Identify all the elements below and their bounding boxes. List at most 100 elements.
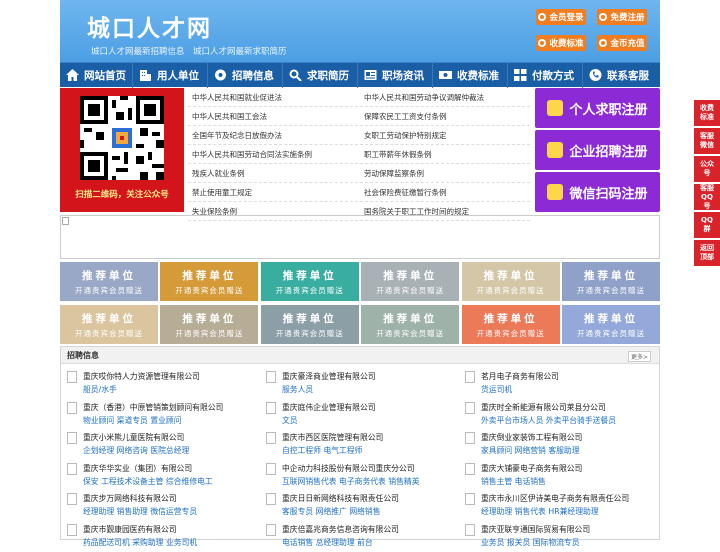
company-register-button[interactable]: 企业招聘注册 — [535, 130, 660, 170]
recommend-slot[interactable]: 推荐单位 开通贵宾会员赠送 — [260, 305, 359, 344]
job-titles[interactable]: 外卖平台市场人员 外卖平台骑手送餐员 — [481, 415, 616, 426]
recommend-slot[interactable]: 推荐单位 开通贵宾会员赠送 — [60, 305, 158, 344]
company-name[interactable]: 重庆市西区医院管理有限公司 — [282, 432, 383, 443]
recommend-slot[interactable]: 推荐单位 开通贵宾会员赠送 — [361, 262, 460, 301]
company-name[interactable]: 茗月电子商务有限公司 — [481, 371, 559, 382]
company-name[interactable]: 中企动力科技股份有限公司重庆分公司 — [282, 463, 415, 474]
nav-item-7[interactable]: 联系客服 — [583, 63, 655, 87]
job-titles[interactable]: 保安 工程技术设备主管 综合维修电工 — [83, 476, 213, 487]
job-titles[interactable]: 销售主管 电话销售 — [481, 476, 546, 487]
policy-link[interactable]: 劳动保障监察条例 — [360, 164, 530, 183]
recommend-sub: 开通贵宾会员赠送 — [376, 328, 445, 338]
recommend-slot[interactable]: 推荐单位 开通贵宾会员赠送 — [562, 262, 660, 301]
nav-label: 职场资讯 — [382, 69, 424, 82]
job-titles[interactable]: 经理助理 销售代表 HR兼经理助理 — [481, 506, 599, 517]
login-button[interactable]: 会员登录 — [536, 9, 586, 25]
company-name[interactable]: 重庆大铺豪电子商务有限公司 — [481, 463, 582, 474]
nav-item-3[interactable]: 求职简历 — [283, 63, 357, 87]
company-name[interactable]: 重庆倍嘉兆商务信息咨询有限公司 — [282, 524, 399, 535]
company-name[interactable]: 重庆倒业家装饰工程有限公司 — [481, 432, 582, 443]
job-titles[interactable]: 互联网销售代表 电子商务代表 销售精英 — [282, 476, 420, 487]
company-logo — [67, 493, 77, 505]
side-button-2[interactable]: 公众号 — [694, 156, 720, 182]
company-name[interactable]: 重庆（香港）中原管销策划顾问有限公司 — [83, 402, 223, 413]
grid-icon — [514, 69, 527, 81]
policy-link[interactable]: 中华人民共和国劳动争议调解仲裁法 — [360, 88, 530, 107]
job-item: 茗月电子商务有限公司 货运司机 — [465, 368, 661, 399]
company-name[interactable]: 重庆小米熊儿童医院有限公司 — [83, 432, 184, 443]
user-icon — [538, 13, 547, 21]
nav-label: 付款方式 — [532, 69, 574, 82]
nav-item-4[interactable]: 职场资讯 — [358, 63, 432, 87]
side-button-4[interactable]: QQ群 — [694, 212, 720, 238]
side-button-5[interactable]: 返回顶部 — [694, 240, 720, 266]
recommend-slot[interactable]: 推荐单位 开通贵宾会员赠送 — [60, 262, 158, 301]
policy-link[interactable]: 全国年节及纪念日放假办法 — [188, 126, 358, 145]
recommend-title: 推荐单位 — [82, 312, 136, 325]
side-button-1[interactable]: 客服微信 — [694, 128, 720, 154]
policy-link[interactable]: 社会保险费征缴暂行条例 — [360, 183, 530, 202]
job-titles[interactable]: 企划经理 网络咨询 医院总经理 — [83, 445, 189, 456]
company-name[interactable]: 重庆时全新能源有限公司莱县分公司 — [481, 402, 606, 413]
company-name[interactable]: 重庆步万网络科技有限公司 — [83, 493, 177, 504]
nav-label: 求职简历 — [307, 69, 349, 82]
job-titles[interactable]: 电话销售 总经理助理 前台 — [282, 537, 373, 548]
policy-link[interactable]: 中华人民共和国劳动合同法实施条例 — [188, 145, 358, 164]
company-name[interactable]: 重庆庭伟企业管理有限公司 — [282, 402, 376, 413]
recommend-slot[interactable]: 推荐单位 开通贵宾会员赠送 — [160, 262, 259, 301]
wechat-register-button[interactable]: 微信扫码注册 — [535, 172, 660, 212]
side-button-0[interactable]: 收费标准 — [694, 100, 720, 126]
policy-link[interactable]: 中华人民共和国工会法 — [188, 107, 358, 126]
company-name[interactable]: 重庆亚联亨通国际贸易有限公司 — [481, 524, 590, 535]
site-title[interactable]: 城口人才网 — [87, 9, 212, 43]
nav-item-0[interactable]: 网站首页 — [60, 63, 132, 87]
recommend-slot[interactable]: 推荐单位 开通贵宾会员赠送 — [160, 305, 259, 344]
job-titles[interactable]: 家具顾问 网络营销 客服助理 — [481, 445, 580, 456]
recommend-slot[interactable]: 推荐单位 开通贵宾会员赠送 — [260, 262, 359, 301]
recommend-slot[interactable]: 推荐单位 开通贵宾会员赠送 — [562, 305, 660, 344]
company-logo — [266, 523, 276, 536]
company-name[interactable]: 重庆华华实业（集团）有限公司 — [83, 463, 192, 474]
recommend-slot[interactable]: 推荐单位 开通贵宾会员赠送 — [461, 262, 560, 301]
job-titles[interactable]: 服务人员 — [282, 384, 313, 395]
policy-link[interactable]: 残疾人就业条例 — [188, 164, 358, 183]
recommend-title: 推荐单位 — [282, 269, 337, 282]
job-titles[interactable]: 经理助理 销售助理 微信运营专员 — [83, 506, 197, 517]
job-item: 重庆豪泽商业管理有限公司 服务人员 — [266, 368, 462, 399]
side-button-3[interactable]: 客服QQ号 — [694, 184, 720, 210]
policy-link[interactable]: 女职工劳动保护特别规定 — [360, 126, 530, 145]
company-logo — [465, 401, 475, 414]
recharge-button[interactable]: 金币充值 — [597, 35, 647, 51]
nav-item-1[interactable]: 用人单位 — [133, 63, 207, 87]
nav-item-5[interactable]: 收费标准 — [433, 63, 507, 87]
job-titles[interactable]: 文员 — [282, 415, 298, 426]
job-titles[interactable]: 业务员 报关员 国际物流专员 — [481, 537, 580, 548]
phone-icon — [589, 69, 602, 81]
recommend-slot[interactable]: 推荐单位 开通贵宾会员赠送 — [361, 305, 460, 344]
personal-register-button[interactable]: 个人求职注册 — [535, 88, 660, 128]
company-name[interactable]: 重庆市永川区伊诗美电子商务有限责任公司 — [481, 493, 629, 504]
policy-link[interactable]: 中华人民共和国就业促进法 — [188, 88, 358, 107]
job-titles[interactable]: 船员/水手 — [83, 384, 117, 395]
company-name[interactable]: 重庆哎你特人力资源管理有限公司 — [83, 371, 200, 382]
more-link[interactable]: 更多> — [627, 351, 651, 362]
nav-item-2[interactable]: 招聘信息 — [208, 63, 282, 87]
job-titles[interactable]: 客服专员 网络推广 网络销售 — [282, 506, 381, 517]
job-titles[interactable]: 药品配送司机 采购助理 业务司机 — [83, 537, 197, 548]
company-name[interactable]: 重庆日日新网络科技有限责任公司 — [282, 493, 399, 504]
policy-link[interactable]: 职工带薪年休假条例 — [360, 145, 530, 164]
ad-banner[interactable] — [60, 215, 660, 259]
register-button[interactable]: 免费注册 — [597, 9, 647, 25]
company-name[interactable]: 重庆市觐康园医药有限公司 — [83, 524, 177, 535]
policy-link[interactable]: 禁止使用童工规定 — [188, 183, 358, 202]
pricing-button[interactable]: 收费标准 — [536, 35, 586, 51]
job-item: 重庆市觐康园医药有限公司药品配送司机 采购助理 业务司机 — [67, 521, 263, 552]
recommend-title: 推荐单位 — [82, 269, 136, 282]
job-titles[interactable]: 自控工程师 电气工程师 — [282, 445, 362, 456]
policy-link[interactable]: 保障农民工工资支付条例 — [360, 107, 530, 126]
nav-item-6[interactable]: 付款方式 — [508, 63, 582, 87]
company-name[interactable]: 重庆豪泽商业管理有限公司 — [282, 371, 376, 382]
job-titles[interactable]: 物业顾问 渠道专员 置业顾问 — [83, 415, 182, 426]
recommend-slot[interactable]: 推荐单位 开通贵宾会员赠送 — [461, 305, 560, 344]
job-titles[interactable]: 货运司机 — [481, 384, 512, 395]
